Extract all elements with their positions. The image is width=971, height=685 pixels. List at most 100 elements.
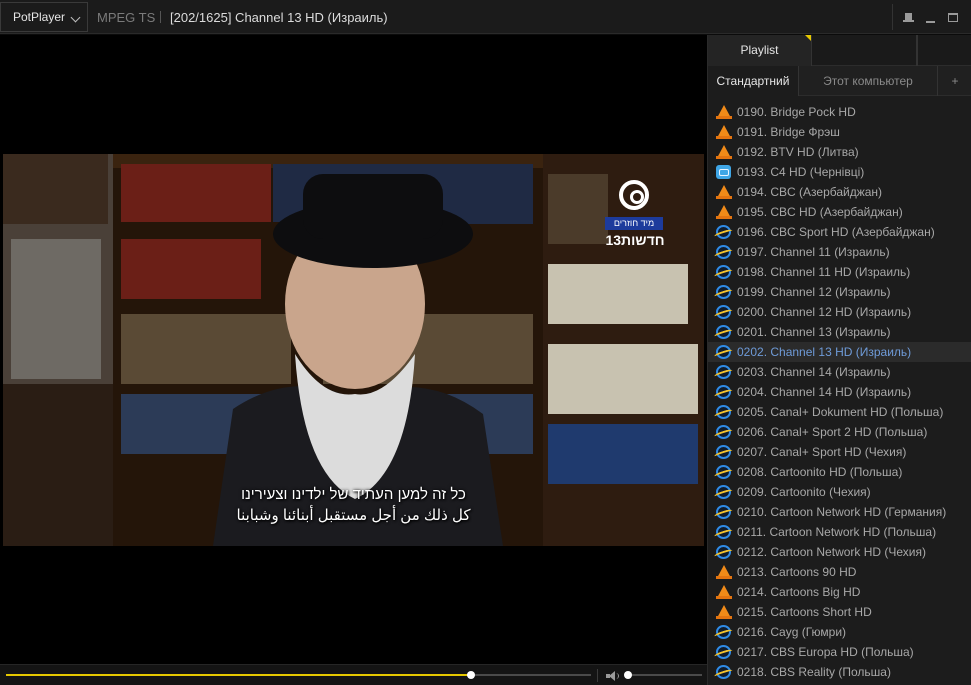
network-icon: [716, 165, 731, 179]
volume-separator: [597, 669, 598, 682]
subtitle-line-arabic: كل ذلك من أجل مستقبل أبنائنا وشبابنا: [236, 507, 471, 524]
tab-playlist[interactable]: Playlist: [708, 35, 812, 66]
ie-icon: [716, 265, 731, 279]
vlc-cone-icon: [716, 185, 732, 199]
playlist-item[interactable]: 0192. BTV HD (Литва): [708, 142, 971, 162]
playlist-item-label: 0205. Canal+ Dokument HD (Польша): [737, 405, 944, 419]
app-name: PotPlayer: [13, 10, 66, 24]
playlist-item[interactable]: 0190. Bridge Pock HD: [708, 102, 971, 122]
ie-icon: [716, 465, 731, 479]
ie-icon: [716, 525, 731, 539]
playlist-item-label: 0193. C4 HD (Чернівці): [737, 165, 865, 179]
playlist-tabs: Стандартний Этот компьютер +: [708, 66, 971, 96]
playlist-item[interactable]: 0218. CBS Reality (Польша): [708, 662, 971, 682]
playlist-item-label: 0197. Channel 11 (Израиль): [737, 245, 890, 259]
playlist-item[interactable]: 0203. Channel 14 (Израиль): [708, 362, 971, 382]
playlist-item[interactable]: 0216. Cayg (Гюмри): [708, 622, 971, 642]
title-separator: [160, 11, 161, 23]
format-label: MPEG TS: [97, 10, 156, 25]
seek-bar[interactable]: [6, 671, 591, 679]
playlist-item[interactable]: 0195. CBC HD (Азербайджан): [708, 202, 971, 222]
speaker-icon[interactable]: [606, 671, 620, 681]
playlist-item[interactable]: 0193. C4 HD (Чернівці): [708, 162, 971, 182]
playlist-item-label: 0198. Channel 11 HD (Израиль): [737, 265, 911, 279]
chevron-down-icon: [70, 12, 81, 23]
maximize-button[interactable]: [943, 4, 965, 30]
window-title: [202/1625] Channel 13 HD (Израиль): [170, 10, 388, 25]
playlist-item[interactable]: 0210. Cartoon Network HD (Германия): [708, 502, 971, 522]
tab-standard[interactable]: Стандартний: [708, 66, 799, 96]
vlc-cone-icon: [716, 205, 732, 219]
vlc-cone-icon: [716, 145, 732, 159]
playlist-item[interactable]: 0205. Canal+ Dokument HD (Польша): [708, 402, 971, 422]
minimize-button[interactable]: [920, 4, 942, 30]
playlist-item[interactable]: 0191. Bridge Фрэш: [708, 122, 971, 142]
playlist-item[interactable]: 0214. Cartoons Big HD: [708, 582, 971, 602]
ie-icon: [716, 325, 731, 339]
playlist-item[interactable]: 0204. Channel 14 HD (Израиль): [708, 382, 971, 402]
playlist-item-label: 0212. Cartoon Network HD (Чехия): [737, 545, 926, 559]
pin-button[interactable]: [897, 4, 919, 30]
panel-header-cell[interactable]: [813, 35, 917, 66]
ie-icon: [716, 305, 731, 319]
playlist-item[interactable]: 0211. Cartoon Network HD (Польша): [708, 522, 971, 542]
ie-icon: [716, 665, 731, 679]
playlist-item-label: 0200. Channel 12 HD (Израиль): [737, 305, 912, 319]
ie-icon: [716, 425, 731, 439]
ie-icon: [716, 385, 731, 399]
vlc-cone-icon: [716, 585, 732, 599]
ie-icon: [716, 225, 731, 239]
ie-icon: [716, 485, 731, 499]
add-tab-button[interactable]: +: [938, 66, 971, 96]
ie-icon: [716, 445, 731, 459]
playlist-item-label: 0196. CBC Sport HD (Азербайджан): [737, 225, 935, 239]
playlist-item[interactable]: 0202. Channel 13 HD (Израиль): [708, 342, 971, 362]
playlist-item-label: 0208. Cartoonito HD (Польша): [737, 465, 903, 479]
seek-handle[interactable]: [467, 671, 476, 679]
tab-this-computer[interactable]: Этот компьютер: [799, 66, 938, 96]
playlist-item-label: 0214. Cartoons Big HD: [737, 585, 861, 599]
playlist-item-label: 0206. Canal+ Sport 2 HD (Польша): [737, 425, 928, 439]
playlist-item[interactable]: 0206. Canal+ Sport 2 HD (Польша): [708, 422, 971, 442]
playlist-item-label: 0210. Cartoon Network HD (Германия): [737, 505, 947, 519]
playlist-item-label: 0202. Channel 13 HD (Израиль): [737, 345, 912, 359]
playlist-item[interactable]: 0213. Cartoons 90 HD: [708, 562, 971, 582]
playlist-item[interactable]: 0217. CBS Europa HD (Польша): [708, 642, 971, 662]
playlist-item[interactable]: 0212. Cartoon Network HD (Чехия): [708, 542, 971, 562]
playlist-item-label: 0204. Channel 14 HD (Израиль): [737, 385, 912, 399]
app-menu-button[interactable]: PotPlayer: [0, 2, 88, 32]
playlist-item-label: 0201. Channel 13 (Израиль): [737, 325, 891, 339]
volume-handle[interactable]: [624, 671, 633, 679]
playlist-item[interactable]: 0200. Channel 12 HD (Израиль): [708, 302, 971, 322]
playlist-item-label: 0199. Channel 12 (Израиль): [737, 285, 891, 299]
playlist-item[interactable]: 0197. Channel 11 (Израиль): [708, 242, 971, 262]
playlist-item[interactable]: 0215. Cartoons Short HD: [708, 602, 971, 622]
video-frame[interactable]: מיד חוזרים חדשות13 כל זה למען העתיד של י…: [3, 154, 704, 546]
playlist-item-label: 0191. Bridge Фрэш: [737, 125, 840, 139]
playlist-item[interactable]: 0194. CBC (Азербайджан): [708, 182, 971, 202]
playlist-item-label: 0203. Channel 14 (Израиль): [737, 365, 891, 379]
playlist-item[interactable]: 0209. Cartoonito (Чехия): [708, 482, 971, 502]
tab-playlist-label: Playlist: [740, 43, 779, 57]
panel-header-cell[interactable]: [917, 35, 971, 66]
playlist-item[interactable]: 0199. Channel 12 (Израиль): [708, 282, 971, 302]
playlist-item-label: 0190. Bridge Pock HD: [737, 105, 856, 119]
logo-tagline: מיד חוזרים: [605, 217, 663, 230]
playlist-item[interactable]: 0196. CBC Sport HD (Азербайджан): [708, 222, 971, 242]
playlist-item-label: 0218. CBS Reality (Польша): [737, 665, 891, 679]
ie-icon: [716, 545, 731, 559]
seek-progress: [6, 674, 472, 676]
title-bar: PotPlayer MPEG TS [202/1625] Channel 13 …: [0, 0, 971, 34]
playlist-item[interactable]: 0207. Canal+ Sport HD (Чехия): [708, 442, 971, 462]
playlist-item-label: 0209. Cartoonito (Чехия): [737, 485, 871, 499]
ie-icon: [716, 505, 731, 519]
subtitle-line-hebrew: כל זה למען העתיד של ילדינו וצעירינו: [241, 486, 466, 503]
playlist-item-label: 0211. Cartoon Network HD (Польша): [737, 525, 937, 539]
ie-icon: [716, 365, 731, 379]
playlist-item[interactable]: 0201. Channel 13 (Израиль): [708, 322, 971, 342]
playlist-item[interactable]: 0208. Cartoonito HD (Польша): [708, 462, 971, 482]
minimize-icon: [926, 21, 935, 23]
video-area[interactable]: מיד חוזרים חדשות13 כל זה למען העתיד של י…: [0, 35, 707, 664]
volume-slider[interactable]: [624, 671, 702, 679]
playlist-item[interactable]: 0198. Channel 11 HD (Израиль): [708, 262, 971, 282]
